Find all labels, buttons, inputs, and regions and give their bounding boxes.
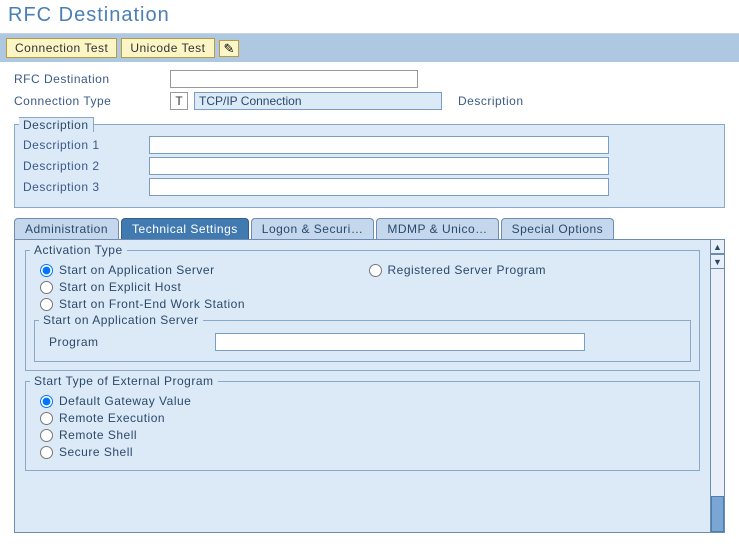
page-title: RFC Destination <box>0 0 739 34</box>
rfc-destination-label: RFC Destination <box>14 72 164 86</box>
tab-logon-security[interactable]: Logon & Securi… <box>251 218 375 240</box>
radio-secure-shell[interactable]: Secure Shell <box>40 445 691 459</box>
tab-administration[interactable]: Administration <box>14 218 119 240</box>
radio-remote-shell-label: Remote Shell <box>59 428 137 442</box>
radio-remote-shell[interactable]: Remote Shell <box>40 428 691 442</box>
description-side-label: Description <box>458 94 524 108</box>
toolbar: Connection Test Unicode Test ✎ <box>0 34 739 62</box>
description3-input[interactable] <box>149 178 609 196</box>
description-group: Description Description 1 Description 2 … <box>14 124 725 208</box>
start-on-app-server-group: Start on Application Server Program <box>34 320 691 362</box>
tab-mdmp-unicode[interactable]: MDMP & Unico… <box>376 218 498 240</box>
tabstrip: Administration Technical Settings Logon … <box>14 218 725 240</box>
radio-remote-execution-label: Remote Execution <box>59 411 165 425</box>
description1-input[interactable] <box>149 136 609 154</box>
radio-remote-execution-input[interactable] <box>40 412 53 425</box>
program-input[interactable] <box>215 333 585 351</box>
connection-test-button[interactable]: Connection Test <box>6 38 117 58</box>
radio-registered-server-program-input[interactable] <box>369 264 382 277</box>
radio-start-explicit-host-label: Start on Explicit Host <box>59 280 181 294</box>
radio-registered-server-program-label: Registered Server Program <box>388 263 547 277</box>
radio-default-gateway[interactable]: Default Gateway Value <box>40 394 691 408</box>
radio-secure-shell-input[interactable] <box>40 446 53 459</box>
rfc-destination-input[interactable] <box>170 70 418 88</box>
scrollbar-thumb[interactable] <box>711 496 724 532</box>
radio-start-app-server-label: Start on Application Server <box>59 263 215 277</box>
radio-start-explicit-host[interactable]: Start on Explicit Host <box>40 280 363 294</box>
start-type-external-group: Start Type of External Program Default G… <box>25 381 700 471</box>
radio-start-explicit-host-input[interactable] <box>40 281 53 294</box>
activation-type-title: Activation Type <box>30 243 127 257</box>
radio-default-gateway-label: Default Gateway Value <box>59 394 191 408</box>
scrollbar-track[interactable] <box>710 269 725 533</box>
start-type-external-title: Start Type of External Program <box>30 374 218 388</box>
description2-label: Description 2 <box>23 159 149 173</box>
tab-special-options[interactable]: Special Options <box>501 218 615 240</box>
radio-default-gateway-input[interactable] <box>40 395 53 408</box>
description1-label: Description 1 <box>23 138 149 152</box>
radio-remote-shell-input[interactable] <box>40 429 53 442</box>
edit-icon[interactable]: ✎ <box>219 40 240 57</box>
tab-panel-technical-settings: ▲ ▼ Activation Type Start on Application… <box>14 239 725 533</box>
radio-start-app-server[interactable]: Start on Application Server <box>40 263 363 277</box>
radio-registered-server-program[interactable]: Registered Server Program <box>369 263 692 277</box>
radio-start-frontend-ws-label: Start on Front-End Work Station <box>59 297 245 311</box>
program-label: Program <box>49 335 209 349</box>
unicode-test-button[interactable]: Unicode Test <box>121 38 214 58</box>
connection-type-text: TCP/IP Connection <box>194 92 442 110</box>
scroll-up-icon[interactable]: ▲ <box>710 239 725 254</box>
radio-secure-shell-label: Secure Shell <box>59 445 133 459</box>
start-on-app-server-title: Start on Application Server <box>39 313 203 327</box>
activation-type-group: Activation Type Start on Application Ser… <box>25 250 700 371</box>
form-header: RFC Destination Connection Type TCP/IP C… <box>0 62 739 118</box>
scroll-down-icon[interactable]: ▼ <box>710 254 725 269</box>
radio-start-app-server-input[interactable] <box>40 264 53 277</box>
description2-input[interactable] <box>149 157 609 175</box>
connection-type-code-input[interactable] <box>170 92 188 110</box>
radio-remote-execution[interactable]: Remote Execution <box>40 411 691 425</box>
description-group-title: Description <box>19 117 94 132</box>
radio-start-frontend-ws[interactable]: Start on Front-End Work Station <box>40 297 363 311</box>
description3-label: Description 3 <box>23 180 149 194</box>
connection-type-label: Connection Type <box>14 94 164 108</box>
radio-start-frontend-ws-input[interactable] <box>40 298 53 311</box>
tab-technical-settings[interactable]: Technical Settings <box>121 218 249 240</box>
